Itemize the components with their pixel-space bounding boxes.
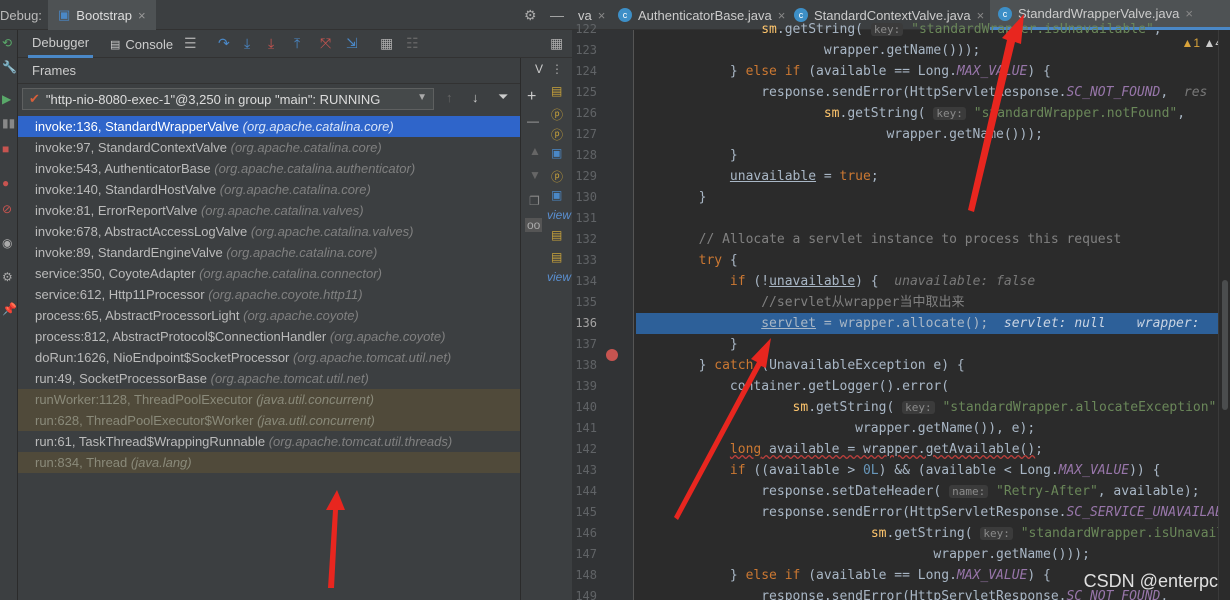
watermark: CSDN @enterpc [1083, 571, 1218, 591]
annotation-arrows [674, 14, 1024, 520]
annotation-arrow [326, 490, 345, 588]
debug-tool-window: Debug: ▣ Bootstrap × ⚙ — ⟲ 🔧 ▶ ▮▮ ■ ● ⊘ … [0, 0, 572, 600]
code-editor: va × c AuthenticatorBase.java × c Standa… [572, 0, 1230, 600]
